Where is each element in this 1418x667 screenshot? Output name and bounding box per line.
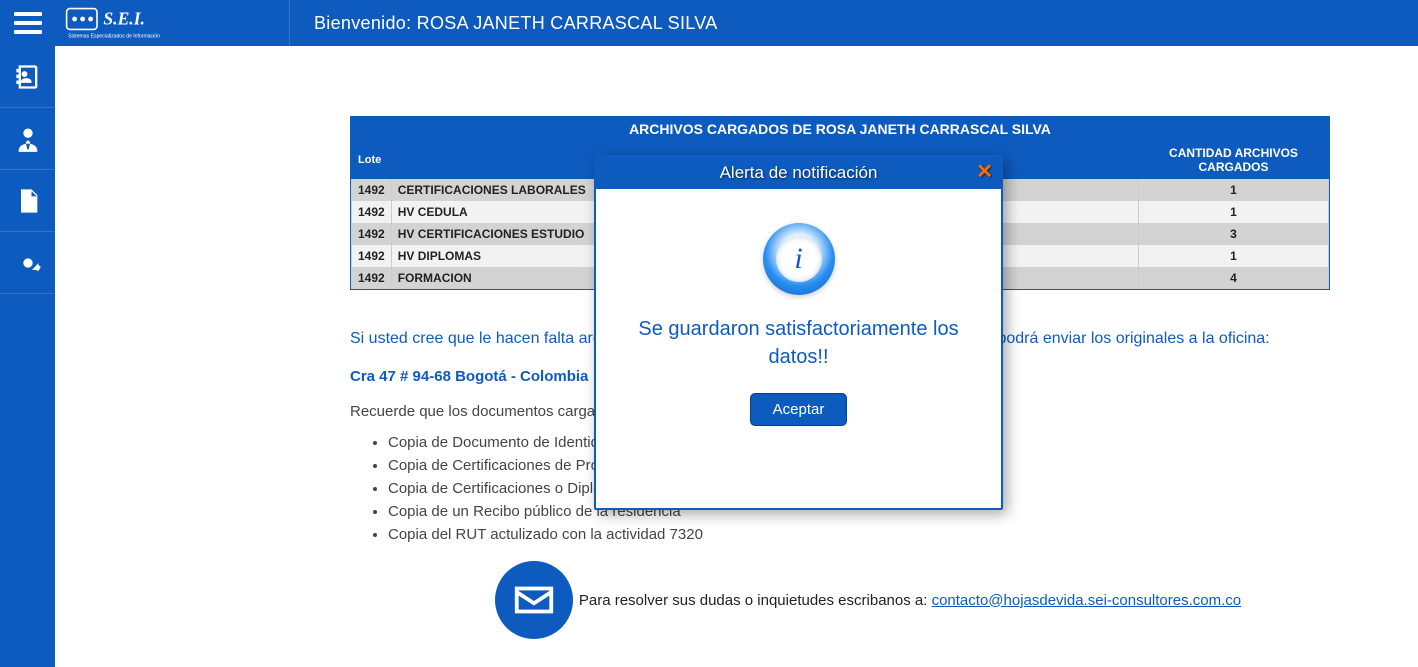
notification-modal: Alerta de notificación ✕ i Se guardaron … (594, 155, 1003, 510)
table-title: ARCHIVOS CARGADOS DE ROSA JANETH CARRASC… (351, 117, 1329, 141)
contact-email-link[interactable]: contacto@hojasdevida.sei-consultores.com… (932, 592, 1242, 609)
modal-header: Alerta de notificación ✕ (596, 157, 1001, 189)
envelope-icon (511, 577, 557, 623)
top-header: S.E.I. Sistemas Especializados de Inform… (0, 0, 1418, 46)
svg-text:Sistemas Especializados de Inf: Sistemas Especializados de Información (68, 33, 160, 39)
cell-lote: 1492 (352, 201, 392, 223)
menu-toggle-button[interactable] (14, 12, 42, 34)
modal-message: Se guardaron satisfactoriamente los dato… (612, 315, 985, 371)
modal-close-button[interactable]: ✕ (976, 159, 993, 184)
gear-icon (14, 249, 42, 277)
logo: S.E.I. Sistemas Especializados de Inform… (55, 0, 290, 46)
mail-badge (495, 561, 573, 639)
hamburger-slot (0, 12, 55, 34)
welcome-text: Bienvenido: ROSA JANETH CARRASCAL SILVA (290, 13, 718, 34)
accept-button[interactable]: Aceptar (750, 393, 848, 426)
sei-logo-icon: S.E.I. Sistemas Especializados de Inform… (65, 3, 225, 43)
sidebar-item-document[interactable] (0, 170, 55, 232)
contact-text: Para resolver sus dudas o inquietudes es… (579, 592, 1241, 609)
sidebar-item-settings[interactable] (0, 232, 55, 294)
col-lote: Lote (352, 142, 392, 179)
cell-count: 3 (1139, 223, 1329, 245)
contact-row: Para resolver sus dudas o inquietudes es… (350, 561, 1386, 639)
sidebar-item-contacts[interactable] (0, 46, 55, 108)
cell-count: 1 (1139, 245, 1329, 267)
cell-count: 1 (1139, 179, 1329, 202)
user-tie-icon (14, 125, 42, 153)
svg-text:S.E.I.: S.E.I. (103, 9, 145, 29)
cell-count: 1 (1139, 201, 1329, 223)
info-icon: i (763, 223, 835, 295)
list-item: Copia del RUT actulizado con la activida… (388, 526, 1386, 543)
modal-title: Alerta de notificación (720, 163, 878, 182)
cell-count: 4 (1139, 267, 1329, 289)
cell-lote: 1492 (352, 223, 392, 245)
cell-lote: 1492 (352, 179, 392, 202)
col-count: CANTIDAD ARCHIVOS CARGADOS (1139, 142, 1329, 179)
document-icon (14, 187, 42, 215)
sidebar (0, 46, 55, 667)
sidebar-item-user[interactable] (0, 108, 55, 170)
contact-lead: Para resolver sus dudas o inquietudes es… (579, 592, 932, 609)
modal-body: i Se guardaron satisfactoriamente los da… (596, 189, 1001, 508)
address-book-icon (14, 63, 42, 91)
cell-lote: 1492 (352, 267, 392, 289)
cell-lote: 1492 (352, 245, 392, 267)
